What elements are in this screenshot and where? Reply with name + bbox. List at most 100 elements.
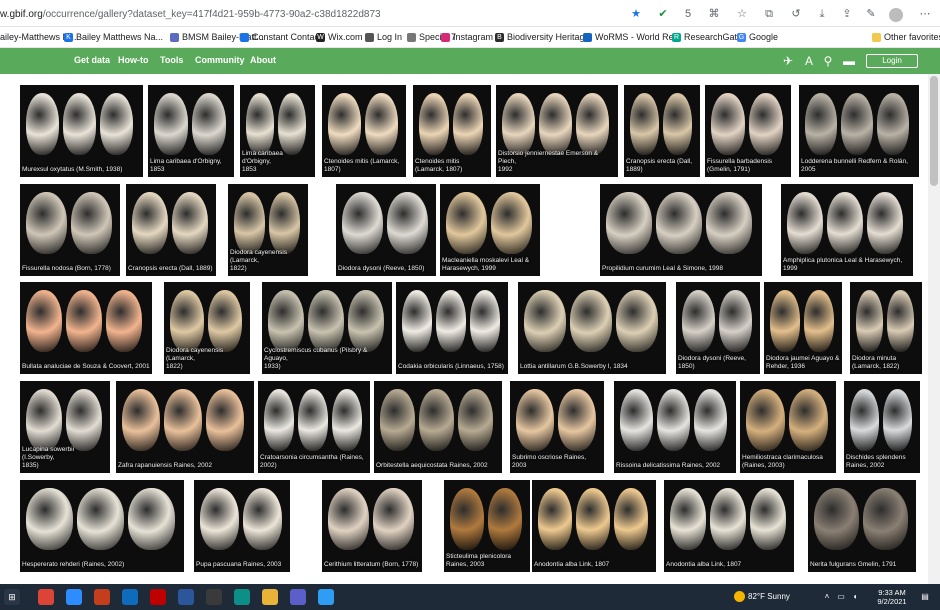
gallery-tile[interactable]: Fissurella nodosa (Born, 1778) bbox=[20, 184, 120, 276]
network-icon[interactable]: ▭ bbox=[836, 592, 846, 602]
gallery-tile[interactable]: Zafra rapanuiensis Raines, 2002 bbox=[116, 381, 254, 473]
feedback-icon[interactable]: ▬ bbox=[842, 54, 856, 68]
gallery-tile[interactable]: Lucapina sowerbii (I.Sowerby, 1835) bbox=[20, 381, 110, 473]
filezilla-icon[interactable] bbox=[150, 589, 166, 605]
gallery-tile[interactable]: Diodora dysoni (Reeve, 1850) bbox=[676, 282, 760, 374]
species-caption[interactable]: Bullata analuciae de Souza & Coovert, 20… bbox=[22, 363, 150, 371]
weather-widget[interactable]: 82°F Sunny bbox=[748, 592, 790, 601]
gallery-tile[interactable]: Murexsul oxytatus (M.Smith, 1938) bbox=[20, 85, 143, 177]
gallery-tile[interactable]: Cranopsis erecta (Dall, 1889) bbox=[624, 85, 700, 177]
gallery-tile[interactable]: Lottia antillarum G.B.Sowerby I, 1834 bbox=[518, 282, 666, 374]
species-caption[interactable]: Pupa pascuana Raines, 2003 bbox=[196, 561, 288, 569]
nav-community[interactable]: Community bbox=[195, 55, 245, 65]
gallery-tile[interactable]: Lima caribaea d'Orbigny, 1853 bbox=[240, 85, 315, 177]
menu-dots-icon[interactable]: ⋯ bbox=[918, 7, 932, 21]
chrome-icon[interactable] bbox=[38, 589, 54, 605]
gallery-tile[interactable]: Hemiliostraca clarimaculosa (Raines, 200… bbox=[740, 381, 836, 473]
share-icon[interactable]: ⇪ bbox=[840, 7, 854, 21]
gallery-tile[interactable]: Sticteulima plenicolora Raines, 2003 bbox=[444, 480, 530, 572]
bookmark-item[interactable]: G Google bbox=[737, 31, 778, 44]
species-caption[interactable]: Anodontia alba Link, 1807 bbox=[534, 561, 654, 569]
scrollbar-thumb[interactable] bbox=[930, 76, 938, 186]
species-caption[interactable]: Diodora cayenensis (Lamarck, 1822) bbox=[230, 249, 306, 273]
gallery-tile[interactable]: Rissoina delicatissima Raines, 2002 bbox=[614, 381, 736, 473]
bookmark-item[interactable]: K Bailey Matthews Na... bbox=[64, 31, 163, 44]
species-caption[interactable]: Propilidium curumim Leal & Simone, 1998 bbox=[602, 265, 760, 273]
occurrence-map-icon[interactable]: ✈ bbox=[781, 54, 795, 68]
species-caption[interactable]: Lottia antillarum G.B.Sowerby I, 1834 bbox=[520, 363, 664, 371]
species-caption[interactable]: Nerita fulgurans Gmelin, 1791 bbox=[810, 561, 914, 569]
species-caption[interactable]: Hemiliostraca clarimaculosa (Raines, 200… bbox=[742, 454, 834, 470]
zoom-icon[interactable] bbox=[66, 589, 82, 605]
edge-icon[interactable] bbox=[234, 589, 250, 605]
species-caption[interactable]: Fissurella nodosa (Born, 1778) bbox=[22, 265, 118, 273]
extensions-icon[interactable]: ✎ bbox=[864, 7, 878, 21]
species-caption[interactable]: Cranopsis erecta (Dall, 1889) bbox=[626, 158, 698, 174]
species-caption[interactable]: Lima caribaea d'Orbigny, 1853 bbox=[150, 158, 232, 174]
species-caption[interactable]: Zafra rapanuiensis Raines, 2002 bbox=[118, 462, 252, 470]
gallery-tile[interactable]: Propilidium curumim Leal & Simone, 1998 bbox=[600, 184, 762, 276]
bookmark-item[interactable]: Constant Contact bbox=[240, 31, 322, 44]
gallery-tile[interactable]: Lima caribaea d'Orbigny, 1853 bbox=[148, 85, 234, 177]
species-caption[interactable]: Anodontia alba Link, 1807 bbox=[666, 561, 792, 569]
windows-start-icon[interactable]: ⊞ bbox=[4, 589, 20, 605]
species-caption[interactable]: Sticteulima plenicolora Raines, 2003 bbox=[446, 553, 528, 569]
search-icon[interactable]: ⚲ bbox=[821, 54, 835, 68]
language-icon[interactable]: A bbox=[802, 54, 816, 68]
gallery-tile[interactable]: Amphiplica plutonica Leal & Harasewych, … bbox=[781, 184, 913, 276]
species-caption[interactable]: Subrimo oscriose Raines, 2003 bbox=[512, 454, 602, 470]
taskbar-clock[interactable]: 9:33 AM 9/2/2021 bbox=[872, 588, 912, 606]
species-caption[interactable]: Diodora dysoni (Reeve, 1850) bbox=[338, 265, 434, 273]
puzzle-icon[interactable]: ⌘ bbox=[707, 7, 721, 21]
bookmark-item[interactable]: R ResearchGate bbox=[672, 31, 742, 44]
gallery-tile[interactable]: Orbitestella aequicostata Raines, 2002 bbox=[374, 381, 502, 473]
species-caption[interactable]: Lucapina sowerbii (I.Sowerby, 1835) bbox=[22, 446, 108, 470]
gallery-tile[interactable]: Dischides splendens Raines, 2002 bbox=[844, 381, 920, 473]
gallery-tile[interactable]: Cratoarsonia circumsantha (Raines, 2002) bbox=[258, 381, 370, 473]
volume-icon[interactable]: ◖ bbox=[850, 592, 860, 602]
species-caption[interactable]: Lima caribaea d'Orbigny, 1853 bbox=[242, 150, 313, 174]
gallery-tile[interactable]: Codakia orbicularis (Linnaeus, 1758) bbox=[396, 282, 508, 374]
download-icon[interactable]: ⤓ bbox=[815, 7, 829, 21]
species-caption[interactable]: Dischides splendens Raines, 2002 bbox=[846, 454, 918, 470]
favorites-icon[interactable]: ☆ bbox=[735, 7, 749, 21]
species-caption[interactable]: Orbitestella aequicostata Raines, 2002 bbox=[376, 462, 500, 470]
tray-chevron-icon[interactable]: ˄ bbox=[822, 592, 832, 602]
gallery-tile[interactable]: Fissurella barbadensis (Gmelin, 1791) bbox=[705, 85, 791, 177]
history-icon[interactable]: ↺ bbox=[789, 7, 803, 21]
gallery-tile[interactable]: Lodderena bunnelli Redfern & Rolán, 2005 bbox=[799, 85, 919, 177]
species-caption[interactable]: Cratoarsonia circumsantha (Raines, 2002) bbox=[260, 454, 368, 470]
species-caption[interactable]: Lodderena bunnelli Redfern & Rolán, 2005 bbox=[801, 158, 917, 174]
bookmark-item[interactable]: Other favorites bbox=[872, 31, 940, 44]
word-icon[interactable] bbox=[178, 589, 194, 605]
gallery-tile[interactable]: Ctenoides mitis (Lamarck, 1807) bbox=[322, 85, 406, 177]
species-caption[interactable]: Diodora minuta (Lamarck, 1822) bbox=[852, 355, 920, 371]
gallery-tile[interactable]: Distorsio jenniernestae Emerson & Piech,… bbox=[496, 85, 618, 177]
login-button[interactable]: Login bbox=[866, 54, 918, 68]
species-caption[interactable]: Fissurella barbadensis (Gmelin, 1791) bbox=[707, 158, 789, 174]
gallery-tile[interactable]: Anodontia alba Link, 1807 bbox=[664, 480, 794, 572]
gallery-tile[interactable]: Cranopsis erecta (Dall, 1889) bbox=[126, 184, 216, 276]
species-caption[interactable]: Cyclostremiscus cubanus (Pilsbry & Aguay… bbox=[264, 347, 390, 371]
species-caption[interactable]: Diodora dysoni (Reeve, 1850) bbox=[678, 355, 758, 371]
page-scrollbar[interactable] bbox=[928, 74, 940, 584]
gallery-tile[interactable]: Macleaniella moskalevi Leal & Harasewych… bbox=[440, 184, 540, 276]
gallery-tile[interactable]: Bullata analuciae de Souza & Coovert, 20… bbox=[20, 282, 152, 374]
powerpoint-icon[interactable] bbox=[94, 589, 110, 605]
species-caption[interactable]: Cranopsis erecta (Dall, 1889) bbox=[128, 265, 214, 273]
species-caption[interactable]: Diodora jaumei Aguayo & Rehder, 1936 bbox=[766, 355, 840, 371]
explorer-icon[interactable] bbox=[262, 589, 278, 605]
nav-how-to[interactable]: How-to bbox=[118, 55, 149, 65]
species-caption[interactable]: Ctenoides mitis (Lamarck, 1807) bbox=[415, 158, 489, 174]
bookmark-item[interactable]: W Wix.com bbox=[316, 31, 363, 44]
species-caption[interactable]: Amphiplica plutonica Leal & Harasewych, … bbox=[783, 257, 911, 273]
profile-avatar[interactable] bbox=[889, 8, 903, 22]
extension-badge[interactable]: 5 bbox=[681, 7, 695, 21]
gallery-tile[interactable]: Subrimo oscriose Raines, 2003 bbox=[510, 381, 604, 473]
species-caption[interactable]: Cerithium litteratum (Born, 1778) bbox=[324, 561, 420, 569]
onedrive-icon[interactable] bbox=[122, 589, 138, 605]
species-caption[interactable]: Diodora cayenensis (Lamarck, 1822) bbox=[166, 347, 248, 371]
gallery-tile[interactable]: Ctenoides mitis (Lamarck, 1807) bbox=[413, 85, 491, 177]
gallery-tile[interactable]: Diodora dysoni (Reeve, 1850) bbox=[336, 184, 436, 276]
species-caption[interactable]: Distorsio jenniernestae Emerson & Piech,… bbox=[498, 150, 616, 174]
